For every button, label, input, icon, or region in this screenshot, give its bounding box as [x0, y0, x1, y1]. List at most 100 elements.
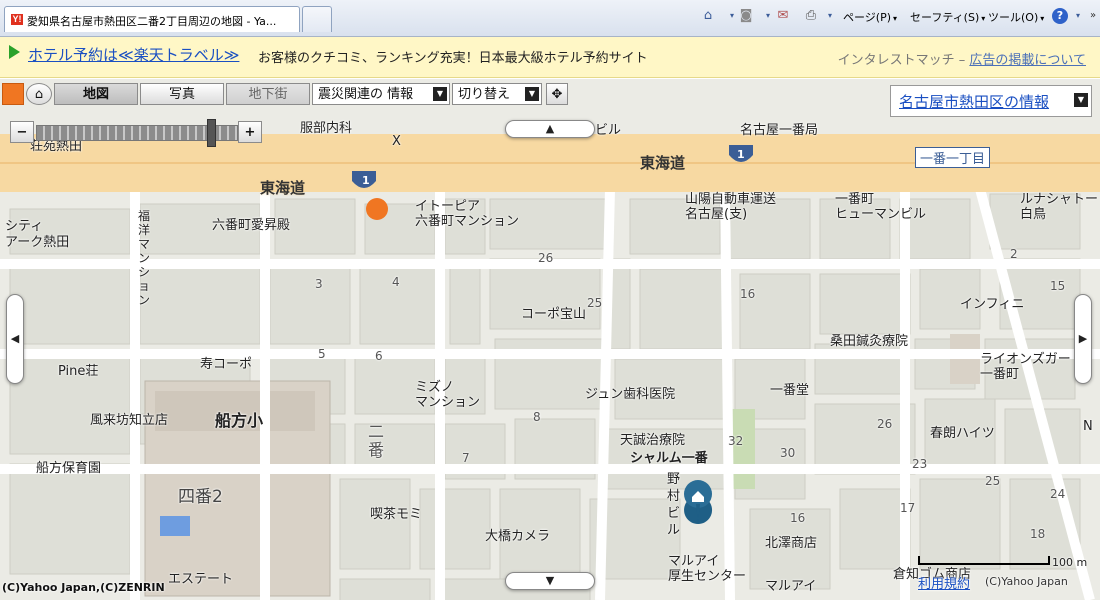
scale-label: 100 m: [1052, 556, 1088, 569]
block-number: 24: [1050, 487, 1066, 501]
zoom-slider-handle[interactable]: [207, 119, 216, 147]
browser-tab-active[interactable]: Y! 愛知県名古屋市熱田区二番2丁目周辺の地図 - Ya...: [4, 6, 300, 32]
block-number: 15: [1050, 279, 1066, 293]
feeds-dropdown-icon[interactable]: ▾: [760, 8, 776, 24]
label-funakata-sho: 船方小: [215, 411, 264, 430]
block-number: 30: [780, 446, 796, 460]
terms-link[interactable]: 利用規約: [918, 573, 970, 592]
mail-icon[interactable]: ✉: [775, 8, 791, 24]
label-city-atsuta: シティ アーク熱田: [5, 219, 70, 250]
play-arrow-icon: [9, 45, 20, 59]
zoom-in-button[interactable]: +: [238, 121, 262, 143]
tab-underground[interactable]: 地下街: [226, 83, 310, 105]
page-menu[interactable]: ページ(P) ▾: [843, 9, 897, 25]
help-icon[interactable]: ?: [1052, 8, 1068, 24]
ad-bar: ホテル予約は≪楽天トラベル≫ お客様のクチコミ、ランキング充実！日本最大級ホテル…: [0, 37, 1100, 78]
block-number: 6: [375, 349, 383, 363]
home-icon[interactable]: ⌂: [26, 83, 52, 105]
map-canvas[interactable]: 東海道 東海道 1 1 一番一丁目 服部内科 X ビル 名古屋一番局 荘苑熱田 …: [0, 79, 1100, 600]
block-number: 18: [1030, 527, 1046, 541]
safety-menu[interactable]: セーフティ(S) ▾: [910, 9, 985, 25]
label-tokaido-east: 東海道: [640, 154, 686, 172]
label-nagoya-ichiban-po: 名古屋一番局: [740, 123, 819, 138]
yahoo-favicon-icon: Y!: [11, 14, 23, 25]
switch-dropdown[interactable]: 切り替え ▼: [452, 83, 542, 105]
chevron-down-icon: ▾: [981, 14, 986, 23]
label-fukuyo: 福 洋 マ ン シ ョ ン: [138, 209, 151, 307]
label-kasugai-haitsu: 春朗ハイツ: [930, 426, 995, 441]
label-n: N: [1083, 419, 1093, 434]
label-kitazawa: 北澤商店: [765, 536, 818, 551]
label-lions: ライオンズガー 一番町: [980, 352, 1071, 382]
route-shield-1: 1: [362, 174, 370, 187]
label-funakata-hoiku: 船方保育園: [36, 461, 102, 476]
label-ichiban1: 一番一丁目: [915, 147, 991, 168]
block-number: 25: [587, 296, 603, 310]
label-kotobuki: 寿コーポ: [200, 357, 253, 372]
home-icon[interactable]: ⌂: [700, 8, 716, 24]
label-sharmu: シャルム一番: [630, 451, 708, 466]
label-mizuno: ミズノ マンション: [415, 380, 481, 410]
label-pine: Pine荘: [58, 364, 99, 379]
label-ichibancho-human: 一番町 ヒューマンビル: [835, 192, 927, 222]
block-number: 5: [318, 347, 326, 361]
pan-down-button[interactable]: ▼: [505, 572, 595, 590]
ad-link[interactable]: ホテル予約は≪楽天トラベル≫: [28, 44, 239, 65]
block-number: 7: [462, 451, 470, 465]
block-number: 17: [900, 501, 916, 515]
feeds-icon[interactable]: ◙: [738, 8, 754, 24]
label-rokuban-aishoden: 六番町愛昇殿: [212, 218, 291, 233]
area-info-link[interactable]: 名古屋市熱田区の情報: [899, 91, 1049, 112]
crosshair-icon[interactable]: ✥: [546, 83, 568, 105]
chevron-down-icon: ▼: [433, 87, 447, 101]
pan-right-button[interactable]: ▶: [1074, 294, 1092, 384]
new-tab-button[interactable]: [302, 6, 332, 32]
help-dropdown-icon[interactable]: ▾: [1070, 8, 1086, 24]
label-ohashi-camera: 大橋カメラ: [485, 529, 551, 544]
ad-text: お客様のクチコミ、ランキング充実！日本最大級ホテル予約サイト: [258, 51, 648, 66]
label-jun-dental: ジュン歯科医院: [585, 387, 676, 402]
label-nomura: 野 村 ビ ル: [667, 472, 681, 538]
label-marui-kosei: マルアイ 厚生センター: [668, 554, 747, 584]
print-dropdown-icon[interactable]: ▾: [822, 8, 838, 24]
pan-left-button[interactable]: ◀: [6, 294, 24, 384]
block-number: 25: [985, 474, 1001, 488]
label-kissa-momi: 喫茶モミ: [370, 507, 423, 522]
tab-photo[interactable]: 写真: [140, 83, 224, 105]
block-number: 3: [375, 447, 383, 461]
label-itopia: イトーピア 六番町マンション: [415, 199, 520, 229]
label-furaibo: 風来坊知立店: [90, 413, 169, 428]
label-estate: エステート: [168, 572, 234, 587]
chevron-more-icon[interactable]: »: [1085, 8, 1100, 24]
tab-map[interactable]: 地図: [54, 83, 138, 105]
chevron-down-icon: ▾: [893, 14, 898, 23]
zoom-out-button[interactable]: −: [10, 121, 34, 143]
ad-sponsor-link[interactable]: 広告の掲載について: [969, 53, 1086, 68]
pan-up-button[interactable]: ▲: [505, 120, 595, 138]
disaster-info-label: 震災関連の 情報: [318, 87, 414, 102]
label-tokaido-west: 東海道: [260, 179, 306, 197]
ad-sponsor: インタレストマッチ – 広告の掲載について: [838, 49, 1086, 68]
block-number: 16: [740, 287, 756, 301]
label-hattori: 服部内科: [300, 121, 353, 136]
route-shield-1b: 1: [737, 148, 745, 161]
label-marui: マルアイ: [765, 579, 817, 594]
block-number: 26: [877, 417, 893, 431]
area-info-box[interactable]: 名古屋市熱田区の情報 ▼: [890, 85, 1092, 117]
block-number: 3: [315, 277, 323, 291]
label-kuwata: 桑田鍼灸療院: [830, 334, 909, 349]
label-x: X: [392, 134, 401, 149]
label-corp-hoyama: コーポ宝山: [521, 307, 587, 322]
block-number: 16: [790, 511, 806, 525]
block-number: 4: [392, 275, 400, 289]
tools-menu[interactable]: ツール(O) ▾: [988, 9, 1044, 25]
print-icon[interactable]: ⎙: [803, 8, 819, 24]
copyright-right: (C)Yahoo Japan: [985, 575, 1068, 588]
switch-label: 切り替え: [458, 87, 511, 102]
block-number: 26: [538, 251, 554, 265]
label-lunachateau: ルナシャトー 白鳥: [1020, 192, 1099, 222]
disaster-info-dropdown[interactable]: 震災関連の 情報 ▼: [312, 83, 450, 105]
label-biru: ビル: [595, 123, 622, 138]
map-logo-icon[interactable]: [2, 83, 24, 105]
tools-menu-label: ツール(O): [988, 11, 1039, 24]
